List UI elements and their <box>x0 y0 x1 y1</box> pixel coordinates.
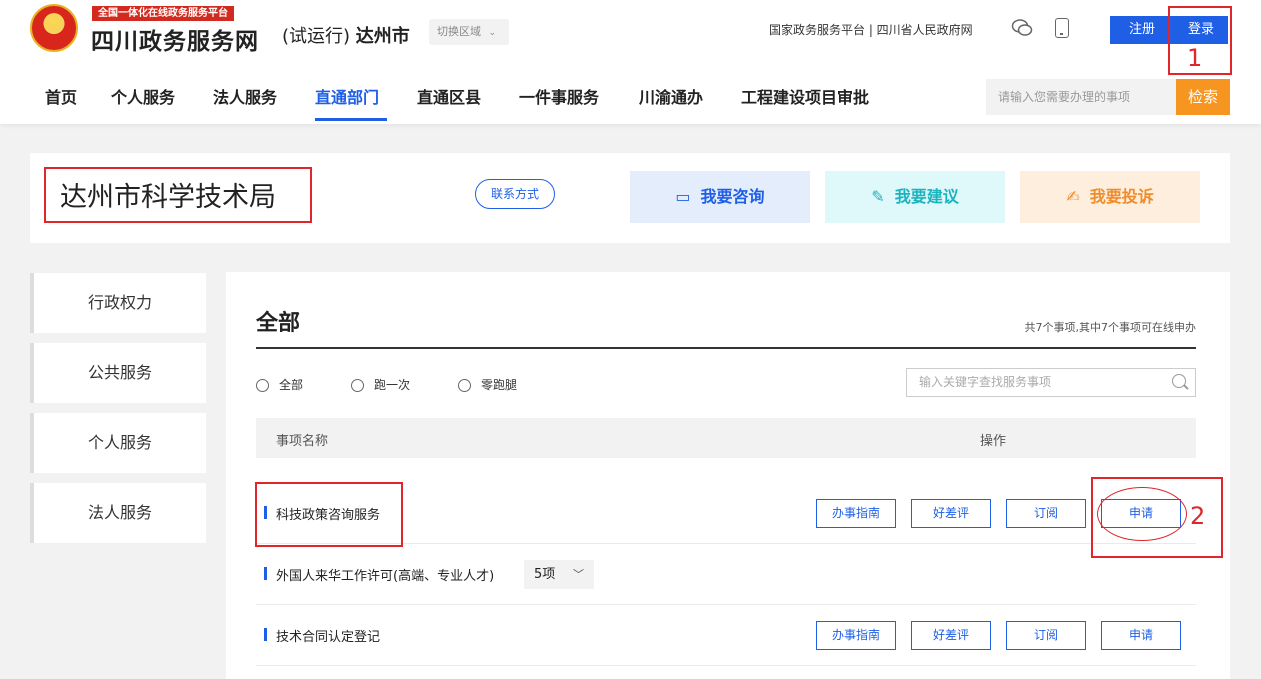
switch-region-dropdown[interactable]: 切换区域 ⌄ <box>429 19 509 45</box>
top-links[interactable]: 国家政务服务平台 | 四川省人民政府网 <box>769 21 973 38</box>
radio-icon <box>256 379 269 392</box>
contact-button[interactable]: 联系方式 <box>475 179 555 209</box>
register-button[interactable]: 注册 <box>1110 16 1174 44</box>
column-name-header: 事项名称 <box>276 434 329 449</box>
chevron-down-icon: ⌄ <box>488 28 497 38</box>
nav-item-districts[interactable]: 直通区县 <box>417 84 481 108</box>
service-list-panel: 全部 共7个事项,其中7个事项可在线申办 全部 跑一次 零跑腿 输入关键字查找服… <box>226 272 1230 679</box>
national-emblem-logo <box>30 4 78 52</box>
filter-zero-radio[interactable]: 零跑腿 <box>458 376 517 393</box>
annotation-box-service <box>255 482 403 547</box>
nav-item-home[interactable]: 首页 <box>45 84 77 108</box>
complain-label: 我要投诉 <box>1089 187 1154 206</box>
complain-button[interactable]: ✍ 我要投诉 <box>1020 171 1200 223</box>
guide-button[interactable]: 办事指南 <box>816 621 896 650</box>
apply-button[interactable]: 申请 <box>1101 621 1181 650</box>
row-marker <box>264 628 267 641</box>
annotation-number-1: 1 <box>1187 44 1203 72</box>
suggest-label: 我要建议 <box>894 187 959 206</box>
complaint-icon: ✍ <box>1066 187 1080 206</box>
subscribe-button[interactable]: 订阅 <box>1006 621 1086 650</box>
guide-button[interactable]: 办事指南 <box>816 499 896 528</box>
sidebar-item-legal-service[interactable]: 法人服务 <box>30 483 206 543</box>
nav-item-personal[interactable]: 个人服务 <box>111 84 175 108</box>
nav-item-chuanyu[interactable]: 川渝通办 <box>639 84 703 108</box>
filter-all-radio[interactable]: 全部 <box>256 376 303 393</box>
platform-slogan: 全国一体化在线政务服务平台 <box>92 6 234 21</box>
search-button[interactable]: 检索 <box>1176 79 1230 115</box>
mobile-icon[interactable] <box>1055 18 1069 38</box>
nav-item-construction[interactable]: 工程建设项目审批 <box>741 84 869 108</box>
rating-button[interactable]: 好差评 <box>911 621 991 650</box>
service-name[interactable]: 技术合同认定登记 <box>276 626 380 645</box>
wechat-icon[interactable] <box>1011 18 1033 38</box>
table-row: 外国人来华工作许可(高端、专业人才) 5项 ﹀ <box>256 544 1196 605</box>
table-row: 技术合同认定登记 办事指南 好差评 订阅 申请 <box>256 605 1196 666</box>
annotation-ellipse-apply <box>1097 487 1187 541</box>
trial-label: (试运行) <box>282 26 351 47</box>
site-header: 全国一体化在线政务服务平台 四川政务服务网 (试运行) 达州市 切换区域 ⌄ 国… <box>0 0 1261 124</box>
pen-icon: ✎ <box>871 187 885 206</box>
nav-item-one-thing[interactable]: 一件事服务 <box>519 84 599 108</box>
filter-once-label: 跑一次 <box>374 378 411 392</box>
subscribe-button[interactable]: 订阅 <box>1006 499 1086 528</box>
service-name[interactable]: 外国人来华工作许可(高端、专业人才) <box>276 565 494 584</box>
filter-once-radio[interactable]: 跑一次 <box>351 376 410 393</box>
filter-zero-label: 零跑腿 <box>481 378 518 392</box>
nav-active-underline <box>315 118 387 121</box>
search-icon[interactable] <box>1172 374 1186 388</box>
filter-all-label: 全部 <box>279 378 304 392</box>
search-input[interactable]: 请输入您需要办理的事项 <box>986 79 1176 115</box>
chevron-down-icon: ﹀ <box>573 568 584 581</box>
sidebar-item-public-service[interactable]: 公共服务 <box>30 343 206 403</box>
site-name[interactable]: 四川政务服务网 <box>91 22 259 56</box>
annotation-number-2: 2 <box>1190 502 1206 530</box>
row-marker <box>264 567 267 580</box>
filter-search-input[interactable]: 输入关键字查找服务事项 <box>906 368 1196 397</box>
divider <box>256 347 1196 349</box>
radio-icon <box>458 379 471 392</box>
consult-button[interactable]: ▭ 我要咨询 <box>630 171 810 223</box>
sidebar-item-admin-power[interactable]: 行政权力 <box>30 273 206 333</box>
column-op-header: 操作 <box>980 434 1007 449</box>
consult-label: 我要咨询 <box>700 187 765 206</box>
message-icon: ▭ <box>675 187 691 206</box>
panel-title: 全部 <box>256 311 301 336</box>
city-label: 达州市 <box>355 26 410 47</box>
radio-icon <box>351 379 364 392</box>
nav-item-legal[interactable]: 法人服务 <box>213 84 277 108</box>
sub-items-count: 5项 <box>534 567 556 582</box>
sub-items-dropdown[interactable]: 5项 ﹀ <box>524 560 594 589</box>
sidebar-item-personal-service[interactable]: 个人服务 <box>30 413 206 473</box>
switch-region-label: 切换区域 <box>437 25 481 38</box>
table-header: 事项名称 操作 <box>256 418 1196 458</box>
annotation-box-dept-title <box>44 167 312 223</box>
site-region-label: (试运行) 达州市 <box>282 22 410 48</box>
suggest-button[interactable]: ✎ 我要建议 <box>825 171 1005 223</box>
rating-button[interactable]: 好差评 <box>911 499 991 528</box>
item-count: 共7个事项,其中7个事项可在线申办 <box>1024 321 1197 334</box>
nav-item-departments[interactable]: 直通部门 <box>315 84 379 108</box>
